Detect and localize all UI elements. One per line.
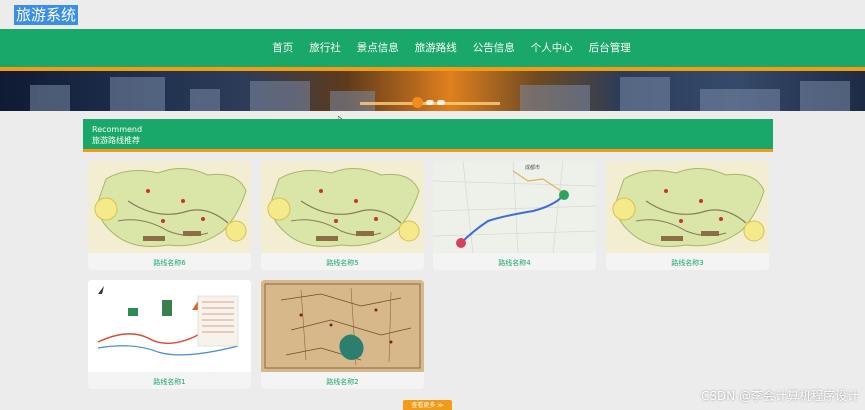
nav-home[interactable]: 首页 xyxy=(264,29,301,67)
banner-building xyxy=(190,89,220,111)
section-title-en: Recommend xyxy=(92,125,143,134)
route-name: 路线名称6 xyxy=(153,259,186,267)
nav-attractions[interactable]: 景点信息 xyxy=(349,29,407,67)
main-navbar: 首页 旅行社 景点信息 旅游路线 公告信息 个人中心 后台管理 xyxy=(0,29,865,67)
route-thumbnail-yunnan-map xyxy=(606,161,769,253)
nav-personal-center[interactable]: 个人中心 xyxy=(523,29,581,67)
banner-building xyxy=(110,77,165,111)
route-card[interactable]: 路线名称2 xyxy=(261,280,424,389)
route-name: 路线名称1 xyxy=(153,378,186,386)
banner-building xyxy=(250,81,310,111)
route-card[interactable]: 成都市 路线名称4 xyxy=(433,161,596,270)
section-header: Recommend 旅游路线推荐 xyxy=(83,119,773,152)
banner-top-stripe xyxy=(0,67,865,71)
carousel-dot[interactable] xyxy=(426,100,434,105)
svg-text:成都市: 成都市 xyxy=(525,164,540,171)
banner-building xyxy=(30,85,70,111)
nav-announcements[interactable]: 公告信息 xyxy=(465,29,523,67)
route-name: 路线名称5 xyxy=(326,259,359,267)
route-card[interactable]: 路线名称1 xyxy=(88,280,251,389)
route-name: 路线名称3 xyxy=(671,259,704,267)
banner-carousel[interactable] xyxy=(0,67,865,111)
section-title-cn: 旅游路线推荐 xyxy=(92,136,140,145)
route-thumbnail-parchment-map xyxy=(261,280,424,372)
nav-routes[interactable]: 旅游路线 xyxy=(407,29,465,67)
carousel-indicators xyxy=(412,97,445,108)
route-card[interactable]: 路线名称3 xyxy=(606,161,769,270)
nav-admin[interactable]: 后台管理 xyxy=(581,29,639,67)
route-thumbnail-road-map: 成都市 xyxy=(433,161,596,253)
route-card[interactable]: 路线名称6 xyxy=(88,161,251,270)
banner-building xyxy=(520,85,590,111)
carousel-dot-active[interactable] xyxy=(412,97,423,108)
nav-travel-agency[interactable]: 旅行社 xyxy=(301,29,349,67)
view-more-button[interactable]: 查看更多 ≫ xyxy=(403,400,452,410)
route-thumbnail-yunnan-map xyxy=(88,161,251,253)
route-name: 路线名称4 xyxy=(498,259,531,267)
site-title: 旅游系统 xyxy=(14,5,79,25)
banner-building xyxy=(700,89,780,111)
carousel-dot[interactable] xyxy=(437,100,445,105)
banner-building xyxy=(330,91,375,111)
banner-building xyxy=(620,77,670,111)
route-card[interactable]: 路线名称5 xyxy=(261,161,424,270)
watermark-text: CSDN @李会计算机程序设计 xyxy=(700,389,859,403)
route-name: 路线名称2 xyxy=(326,378,359,386)
route-thumbnail-scenic-diagram xyxy=(88,280,251,372)
route-thumbnail-yunnan-map xyxy=(261,161,424,253)
banner-building xyxy=(800,81,850,111)
